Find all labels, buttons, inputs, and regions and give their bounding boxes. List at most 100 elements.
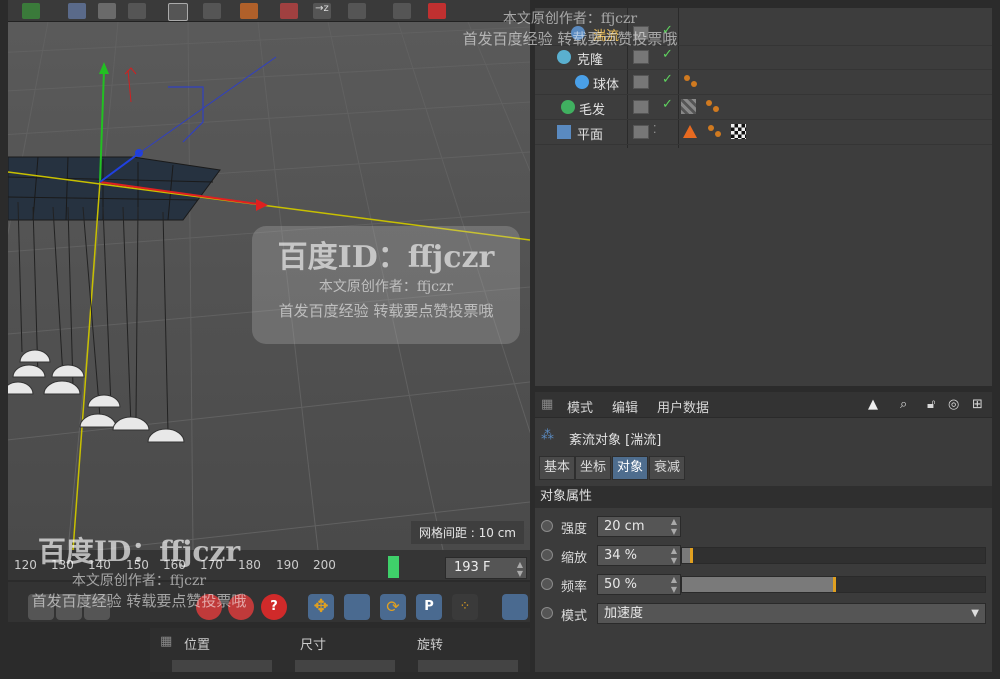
prop-scale: 缩放 34 % ▲ ▼ (535, 543, 992, 569)
scale-slider[interactable] (681, 547, 986, 564)
watermark-id: ffjczr (159, 535, 241, 568)
prop-strength: 强度 20 cm ▲ ▼ (535, 514, 992, 540)
plane-icon (557, 125, 571, 139)
deformer-icon[interactable] (240, 3, 258, 19)
search-icon[interactable]: ⌕ (900, 397, 907, 412)
frequency-input[interactable]: 50 % ▲ ▼ (597, 574, 681, 595)
workplane-icon[interactable] (348, 3, 366, 19)
generator-icon[interactable] (98, 3, 116, 19)
watermark-line2: 首发百度经验 转载要点赞投票哦 (278, 302, 494, 320)
object-name[interactable]: 毛发 (579, 99, 605, 118)
object-row-plane[interactable]: 平面 ⁚ (535, 120, 992, 145)
playhead[interactable] (388, 556, 399, 578)
axis-z-icon[interactable]: →z (313, 3, 331, 19)
slider-knob[interactable] (832, 577, 836, 592)
rotation-field[interactable] (418, 660, 518, 672)
watermark-line2: 首发百度经验 转载要点赞投票哦 (31, 592, 247, 610)
chevron-down-icon: ▼ (971, 608, 979, 619)
object-row-hair[interactable]: 毛发 ✓ (535, 95, 992, 120)
watermark-line1: 本文原创作者：ffjczr (71, 573, 207, 589)
watermark: 百度ID：ffjczr 本文原创作者：ffjczr 首发百度经验 转载要点赞投票… (252, 226, 520, 344)
timeline-tick: 190 (276, 558, 299, 572)
visibility-toggle[interactable] (633, 100, 649, 114)
material-tag-icon[interactable] (683, 124, 698, 139)
param-key-icon[interactable]: P (416, 594, 442, 620)
scene-icon[interactable] (280, 3, 298, 19)
prop-label: 强度 (561, 522, 588, 537)
turbulence-icon: ⁂ (541, 428, 554, 443)
arrow-up-icon[interactable]: ▲ (868, 397, 878, 412)
plane-object (8, 156, 221, 221)
tab-basic[interactable]: 基本 (539, 456, 576, 480)
hair-material-icon[interactable] (681, 99, 696, 114)
object-name[interactable]: 球体 (593, 74, 619, 93)
tab-falloff[interactable]: 衰减 (649, 456, 686, 480)
current-frame-input[interactable]: 193 F ▲ ▼ (445, 557, 527, 579)
phong-tag-icon[interactable] (683, 74, 698, 89)
object-row-sphere[interactable]: 球体 ✓ (535, 70, 992, 95)
visibility-toggle[interactable] (633, 75, 649, 89)
visibility-toggle[interactable] (633, 125, 649, 139)
snap-icon[interactable] (393, 3, 411, 19)
lock-icon[interactable]: 🔓︎ (927, 397, 935, 412)
tab-coord[interactable]: 坐标 (575, 456, 612, 480)
mode-dropdown[interactable]: 加速度 ▼ (597, 603, 986, 624)
menu-mode[interactable]: 模式 (567, 397, 593, 416)
new-panel-icon[interactable]: ⊞ (972, 397, 983, 412)
slider-knob[interactable] (690, 548, 694, 563)
strength-input[interactable]: 20 cm ▲ ▼ (597, 516, 681, 537)
prop-mode: 模式 加速度 ▼ (535, 601, 992, 627)
grip-icon: ▦ (541, 397, 554, 412)
watermark-top: 本文原创作者：ffjczr 首发百度经验 转载要点赞投票哦 (440, 8, 700, 62)
tab-object[interactable]: 对象 (612, 456, 649, 480)
animate-radio[interactable] (541, 549, 553, 561)
target-icon[interactable]: ◎ (948, 397, 959, 412)
scale-input[interactable]: 34 % ▲ ▼ (597, 545, 681, 566)
attribute-menu-bar: ▦ 模式 编辑 用户数据 ▲ ⌕ 🔓︎ ◎ ⊞ (535, 392, 992, 418)
phong-tag-icon[interactable] (707, 124, 722, 139)
coordinate-manager: ▦ 位置 尺寸 旋转 (150, 628, 530, 672)
size-header: 尺寸 (300, 638, 327, 653)
animate-radio[interactable] (541, 520, 553, 532)
menu-edit[interactable]: 编辑 (612, 397, 638, 416)
film-icon[interactable] (502, 594, 528, 620)
object-name[interactable]: 平面 (577, 124, 603, 143)
watermark-line1: 本文原创作者：ffjczr (502, 11, 638, 27)
pla-key-icon[interactable]: ⁘ (452, 594, 478, 620)
prop-frequency: 频率 50 % ▲ ▼ (535, 572, 992, 598)
section-header: 对象属性 (535, 486, 992, 508)
render-icon[interactable] (22, 3, 40, 19)
prop-label: 缩放 (561, 551, 588, 566)
select-icon[interactable] (168, 3, 188, 21)
watermark-brand: 百度ID： (37, 535, 160, 568)
enabled-check-icon[interactable]: ✓ (662, 72, 673, 87)
position-header: 位置 (184, 638, 211, 653)
slider-fill (682, 577, 834, 592)
rotate-key-icon[interactable]: ⟳ (380, 594, 406, 620)
grid-spacing-label: 网格间距 : 10 cm (410, 521, 524, 544)
checker-texture-icon[interactable] (731, 124, 746, 139)
sphere-icon (575, 75, 589, 89)
move-key-icon[interactable]: ✥ (308, 594, 334, 620)
prop-label: 模式 (561, 609, 588, 624)
frequency-slider[interactable] (681, 576, 986, 593)
watermark-bottom: 百度ID：ffjczr 本文原创作者：ffjczr 首发百度经验 转载要点赞投票… (8, 530, 270, 630)
animate-radio[interactable] (541, 607, 553, 619)
rotation-header: 旋转 (417, 638, 444, 653)
watermark-id: ffjczr (407, 240, 495, 275)
size-field[interactable] (295, 660, 395, 672)
enabled-check-icon[interactable]: ✓ (662, 97, 673, 112)
watermark-line1: 本文原创作者：ffjczr (318, 279, 454, 295)
watermark-line2: 首发百度经验 转载要点赞投票哦 (462, 30, 678, 48)
brush-icon[interactable] (203, 3, 221, 19)
position-field[interactable] (172, 660, 272, 672)
camera-icon[interactable] (128, 3, 146, 19)
scale-key-icon[interactable] (344, 594, 370, 620)
menu-user-data[interactable]: 用户数据 (657, 397, 709, 416)
prop-label: 频率 (561, 580, 588, 595)
timeline-tick: 200 (313, 558, 336, 572)
dots-icon[interactable]: ⁚ (653, 123, 657, 136)
phong-tag-icon[interactable] (705, 99, 720, 114)
animate-radio[interactable] (541, 578, 553, 590)
primitive-icon[interactable] (68, 3, 86, 19)
